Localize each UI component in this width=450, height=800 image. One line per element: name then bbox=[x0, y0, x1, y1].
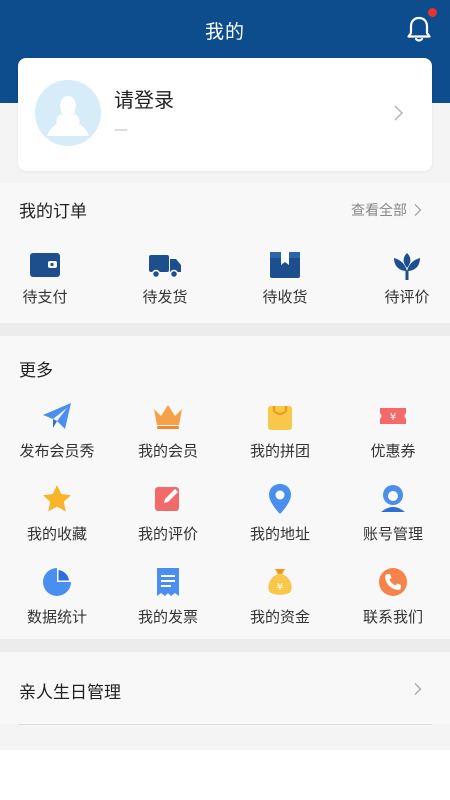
orders-title: 我的订单 bbox=[19, 202, 87, 222]
grid-label: 我的拼团 bbox=[249, 442, 310, 460]
grid-item-funds[interactable]: ¥ 我的资金 bbox=[230, 565, 330, 627]
grid-item-reviews[interactable]: 我的评价 bbox=[118, 482, 218, 544]
order-pending-review[interactable]: 待评价 bbox=[362, 248, 450, 307]
crown-icon bbox=[154, 405, 182, 429]
paper-plane-icon bbox=[43, 403, 71, 429]
avatar-placeholder-icon bbox=[35, 80, 101, 146]
birthday-label: 亲人生日管理 bbox=[19, 683, 121, 703]
row-divider bbox=[18, 724, 432, 725]
login-prompt[interactable]: 请登录 bbox=[114, 84, 174, 113]
bell-icon[interactable] bbox=[405, 14, 433, 44]
orders-section: 我的订单 查看全部 待支付 待发货 待收货 待评价 bbox=[0, 183, 450, 323]
order-pending-shipment[interactable]: 待发货 bbox=[120, 248, 210, 307]
grid-item-membership[interactable]: 我的会员 bbox=[118, 399, 218, 461]
phone-icon bbox=[379, 568, 407, 596]
star-icon bbox=[43, 485, 71, 512]
wallet-icon bbox=[30, 253, 60, 277]
coupon-icon: ¥ bbox=[380, 408, 406, 424]
order-label: 待收货 bbox=[262, 288, 308, 306]
grid-item-group-buy[interactable]: 我的拼团 bbox=[230, 399, 330, 461]
order-label: 待支付 bbox=[22, 288, 68, 306]
birthday-management-row[interactable]: 亲人生日管理 bbox=[0, 652, 450, 724]
grid-item-contact[interactable]: 联系我们 bbox=[343, 565, 443, 627]
view-all-label: 查看全部 bbox=[351, 203, 407, 219]
flower-icon bbox=[394, 253, 420, 280]
chevron-right-icon bbox=[414, 204, 422, 216]
section-divider bbox=[0, 639, 450, 652]
bottom-area bbox=[0, 750, 450, 800]
order-pending-receipt[interactable]: 待收货 bbox=[240, 248, 330, 307]
grid-label: 我的发票 bbox=[137, 608, 198, 626]
notification-dot bbox=[428, 8, 437, 17]
grid-item-member-show[interactable]: 发布会员秀 bbox=[7, 399, 107, 461]
money-bag-icon: ¥ bbox=[268, 569, 292, 595]
more-section: 更多 发布会员秀 我的会员 我的拼团 ¥ 优惠券 我的收藏 我的评价 我的地址 … bbox=[0, 336, 450, 639]
chevron-right-icon bbox=[414, 683, 422, 695]
grid-label: 我的地址 bbox=[249, 525, 310, 543]
svg-text:¥: ¥ bbox=[390, 412, 396, 423]
login-card[interactable]: 请登录 — bbox=[18, 58, 432, 171]
grid-label: 联系我们 bbox=[362, 608, 423, 626]
grid-item-coupon[interactable]: ¥ 优惠券 bbox=[343, 399, 443, 461]
page-title: 我的 bbox=[204, 21, 245, 43]
grid-item-favorites[interactable]: 我的收藏 bbox=[7, 482, 107, 544]
package-icon bbox=[270, 252, 300, 278]
grid-item-account[interactable]: 账号管理 bbox=[343, 482, 443, 544]
invoice-icon bbox=[157, 568, 179, 596]
login-subtext: — bbox=[114, 122, 128, 138]
avatar bbox=[35, 80, 101, 146]
more-title: 更多 bbox=[19, 361, 53, 381]
grid-item-address[interactable]: 我的地址 bbox=[230, 482, 330, 544]
truck-icon bbox=[149, 255, 181, 279]
grid-label: 我的资金 bbox=[249, 608, 310, 626]
grid-label: 账号管理 bbox=[362, 525, 423, 543]
pie-chart-icon bbox=[43, 568, 71, 596]
order-pending-payment[interactable]: 待支付 bbox=[0, 248, 90, 307]
svg-text:¥: ¥ bbox=[277, 582, 283, 593]
account-icon bbox=[381, 485, 405, 512]
grid-label: 发布会员秀 bbox=[19, 442, 95, 460]
grid-label: 我的评价 bbox=[137, 525, 198, 543]
shopping-bag-icon bbox=[268, 406, 292, 430]
section-divider bbox=[0, 323, 450, 336]
order-label: 待发货 bbox=[142, 288, 188, 306]
grid-label: 数据统计 bbox=[26, 608, 87, 626]
grid-item-statistics[interactable]: 数据统计 bbox=[7, 565, 107, 627]
order-label: 待评价 bbox=[384, 288, 430, 306]
grid-item-invoice[interactable]: 我的发票 bbox=[118, 565, 218, 627]
edit-icon bbox=[155, 487, 179, 511]
grid-label: 我的会员 bbox=[137, 442, 198, 460]
view-all-orders-link[interactable]: 查看全部 bbox=[351, 200, 422, 220]
grid-label: 优惠券 bbox=[370, 442, 416, 460]
location-icon bbox=[269, 484, 291, 514]
grid-label: 我的收藏 bbox=[26, 525, 87, 543]
chevron-right-icon bbox=[394, 105, 404, 121]
